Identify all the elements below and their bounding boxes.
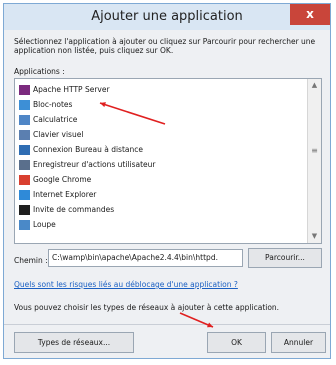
list-item-label: Enregistreur d'actions utilisateur xyxy=(33,160,156,169)
command-prompt-icon xyxy=(19,205,30,215)
notepad-icon xyxy=(19,100,30,110)
list-item[interactable]: Apache HTTP Server xyxy=(19,83,110,97)
add-application-dialog: Ajouter une application x Sélectionnez l… xyxy=(3,3,331,359)
list-item[interactable]: Invite de commandes xyxy=(19,203,114,217)
scroll-thumb-icon[interactable]: ≡ xyxy=(311,145,318,157)
cancel-button[interactable]: Annuler xyxy=(271,332,326,353)
list-item[interactable]: Internet Explorer xyxy=(19,188,96,202)
list-item[interactable]: Clavier visuel xyxy=(19,128,83,142)
network-types-hint: Vous pouvez choisir les types de réseaux… xyxy=(14,303,280,312)
remote-desktop-icon xyxy=(19,145,30,155)
list-item-label: Loupe xyxy=(33,220,56,229)
list-item[interactable]: Bloc-notes xyxy=(19,98,72,112)
instructions-text: Sélectionnez l'application à ajouter ou … xyxy=(14,37,316,55)
list-scrollbar[interactable]: ▲ ≡ ▼ xyxy=(307,79,321,243)
scroll-up-icon[interactable]: ▲ xyxy=(308,79,321,92)
browse-button[interactable]: Parcourir... xyxy=(248,248,322,268)
divider xyxy=(4,324,330,325)
dialog-title: Ajouter une application xyxy=(91,9,243,24)
list-item[interactable]: Enregistreur d'actions utilisateur xyxy=(19,158,156,172)
applications-list[interactable]: Apache HTTP Server Bloc-notes Calculatrice… xyxy=(14,78,322,244)
internet-explorer-icon xyxy=(19,190,30,200)
applications-label: Applications : xyxy=(14,67,65,76)
path-label: Chemin : xyxy=(14,256,48,265)
recorder-icon xyxy=(19,160,30,170)
close-button[interactable]: x xyxy=(290,4,330,25)
feather-icon xyxy=(19,85,30,95)
list-item[interactable]: Loupe xyxy=(19,218,56,232)
list-item-label: Clavier visuel xyxy=(33,130,84,139)
list-item-label: Invite de commandes xyxy=(33,205,115,214)
list-item-label: Internet Explorer xyxy=(33,190,97,199)
list-item[interactable]: Calculatrice xyxy=(19,113,77,127)
list-item-label: Apache HTTP Server xyxy=(33,85,110,94)
list-item[interactable]: Google Chrome xyxy=(19,173,91,187)
list-item-label: Calculatrice xyxy=(33,115,78,124)
path-field[interactable]: C:\wamp\bin\apache\Apache2.4.4\bin\httpd… xyxy=(48,249,243,267)
scroll-down-icon[interactable]: ▼ xyxy=(308,230,321,243)
keyboard-icon xyxy=(19,130,30,140)
risks-link[interactable]: Quels sont les risques liés au déblocage… xyxy=(14,280,238,289)
calculator-icon xyxy=(19,115,30,125)
magnifier-icon xyxy=(19,220,30,230)
title-bar: Ajouter une application x xyxy=(4,4,330,30)
list-item-label: Google Chrome xyxy=(33,175,92,184)
ok-button[interactable]: OK xyxy=(207,332,266,353)
list-item-label: Bloc-notes xyxy=(33,100,73,109)
network-types-button[interactable]: Types de réseaux... xyxy=(14,332,134,353)
list-item-label: Connexion Bureau à distance xyxy=(33,145,143,154)
chrome-icon xyxy=(19,175,30,185)
list-item[interactable]: Connexion Bureau à distance xyxy=(19,143,143,157)
